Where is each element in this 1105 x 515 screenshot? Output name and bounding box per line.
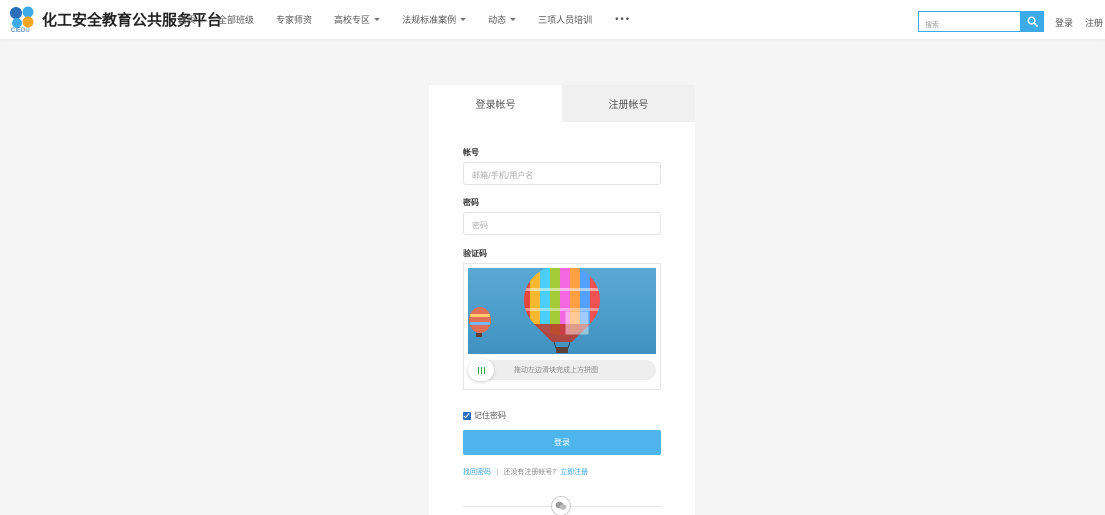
- forgot-password-link[interactable]: 找回密码: [463, 467, 491, 477]
- slider-track: 拖动左边滑块完成上方拼图: [468, 359, 656, 381]
- account-links: 找回密码 | 还没有注册帐号? 立即注册: [463, 467, 588, 477]
- password-field: [463, 212, 661, 236]
- header-register-link[interactable]: 注册: [1085, 16, 1103, 29]
- nav-label: 高校专区: [334, 16, 371, 26]
- search-icon: [1027, 16, 1038, 27]
- search-box: [918, 11, 1021, 35]
- logo-subtext: CIEDU: [11, 28, 30, 34]
- nav-item-experts[interactable]: 专家师资: [276, 13, 312, 26]
- login-tabs: 登录帐号 注册帐号: [429, 85, 695, 122]
- search-input[interactable]: [919, 15, 1020, 35]
- nav-label: 法规标准案例: [402, 16, 457, 26]
- nav-item-training[interactable]: 三项人员培训: [538, 13, 592, 26]
- grip-line: [480, 366, 482, 374]
- no-account-text: 还没有注册帐号?: [503, 468, 557, 476]
- nav-label: 全部班级: [218, 16, 255, 26]
- header-login-link[interactable]: 登录: [1055, 16, 1073, 29]
- account-input[interactable]: [464, 165, 660, 186]
- main-nav: 首页 全部班级 专家师资 高校专区 法规标准案例 动态 三项人员培训 •••: [178, 0, 652, 39]
- account-field: [463, 162, 661, 186]
- caret-down-icon: [374, 18, 381, 21]
- grip-line: [477, 366, 479, 374]
- logo-mark-icon: [10, 6, 34, 28]
- slider-instruction: 拖动左边滑块完成上方拼图: [514, 366, 598, 374]
- grip-line: [483, 366, 485, 374]
- nav-item-home[interactable]: 首页: [178, 13, 196, 26]
- more-icon: •••: [614, 14, 631, 25]
- slider-captcha: 拖动左边滑块完成上方拼图: [463, 263, 661, 390]
- wechat-icon: [555, 501, 567, 510]
- tab-register-account[interactable]: 注册帐号: [562, 85, 695, 122]
- tab-login-account[interactable]: 登录帐号: [429, 85, 562, 122]
- nav-item-university[interactable]: 高校专区: [334, 13, 381, 26]
- wechat-login-button[interactable]: [551, 496, 571, 515]
- caret-down-icon: [510, 18, 517, 21]
- register-now-link[interactable]: 立即注册: [560, 467, 588, 477]
- nav-label: 三项人员培训: [538, 16, 593, 26]
- nav-item-regulations[interactable]: 法规标准案例: [402, 13, 467, 26]
- nav-label: 专家师资: [276, 16, 313, 26]
- captcha-label: 验证码: [463, 249, 487, 258]
- remember-checkbox[interactable]: [463, 411, 471, 420]
- nav-label: 动态: [488, 16, 507, 26]
- nav-item-news[interactable]: 动态: [488, 13, 517, 26]
- ciedu-logo-icon[interactable]: CIEDU: [8, 6, 38, 36]
- nav-item-all-classes[interactable]: 全部班级: [218, 13, 254, 26]
- hot-air-balloon-image: [469, 268, 600, 353]
- remember-password: 记住密码: [463, 410, 506, 421]
- slider-handle[interactable]: [468, 359, 494, 381]
- password-input[interactable]: [464, 215, 660, 236]
- nav-item-more[interactable]: •••: [614, 15, 630, 25]
- login-submit-button[interactable]: 登录: [463, 430, 661, 455]
- top-header: CIEDU 化工安全教育公共服务平台 首页 全部班级 专家师资 高校专区 法规标…: [0, 0, 1105, 39]
- remember-label[interactable]: 记住密码: [474, 410, 506, 421]
- link-separator: |: [496, 468, 499, 476]
- caret-down-icon: [460, 18, 467, 21]
- login-panel: 登录帐号 注册帐号 帐号 密码 验证码: [429, 85, 695, 515]
- search-button[interactable]: [1021, 11, 1044, 32]
- account-label: 帐号: [463, 148, 479, 157]
- captcha-puzzle-image: [468, 268, 656, 354]
- password-label: 密码: [463, 198, 479, 207]
- nav-label: 首页: [178, 16, 197, 26]
